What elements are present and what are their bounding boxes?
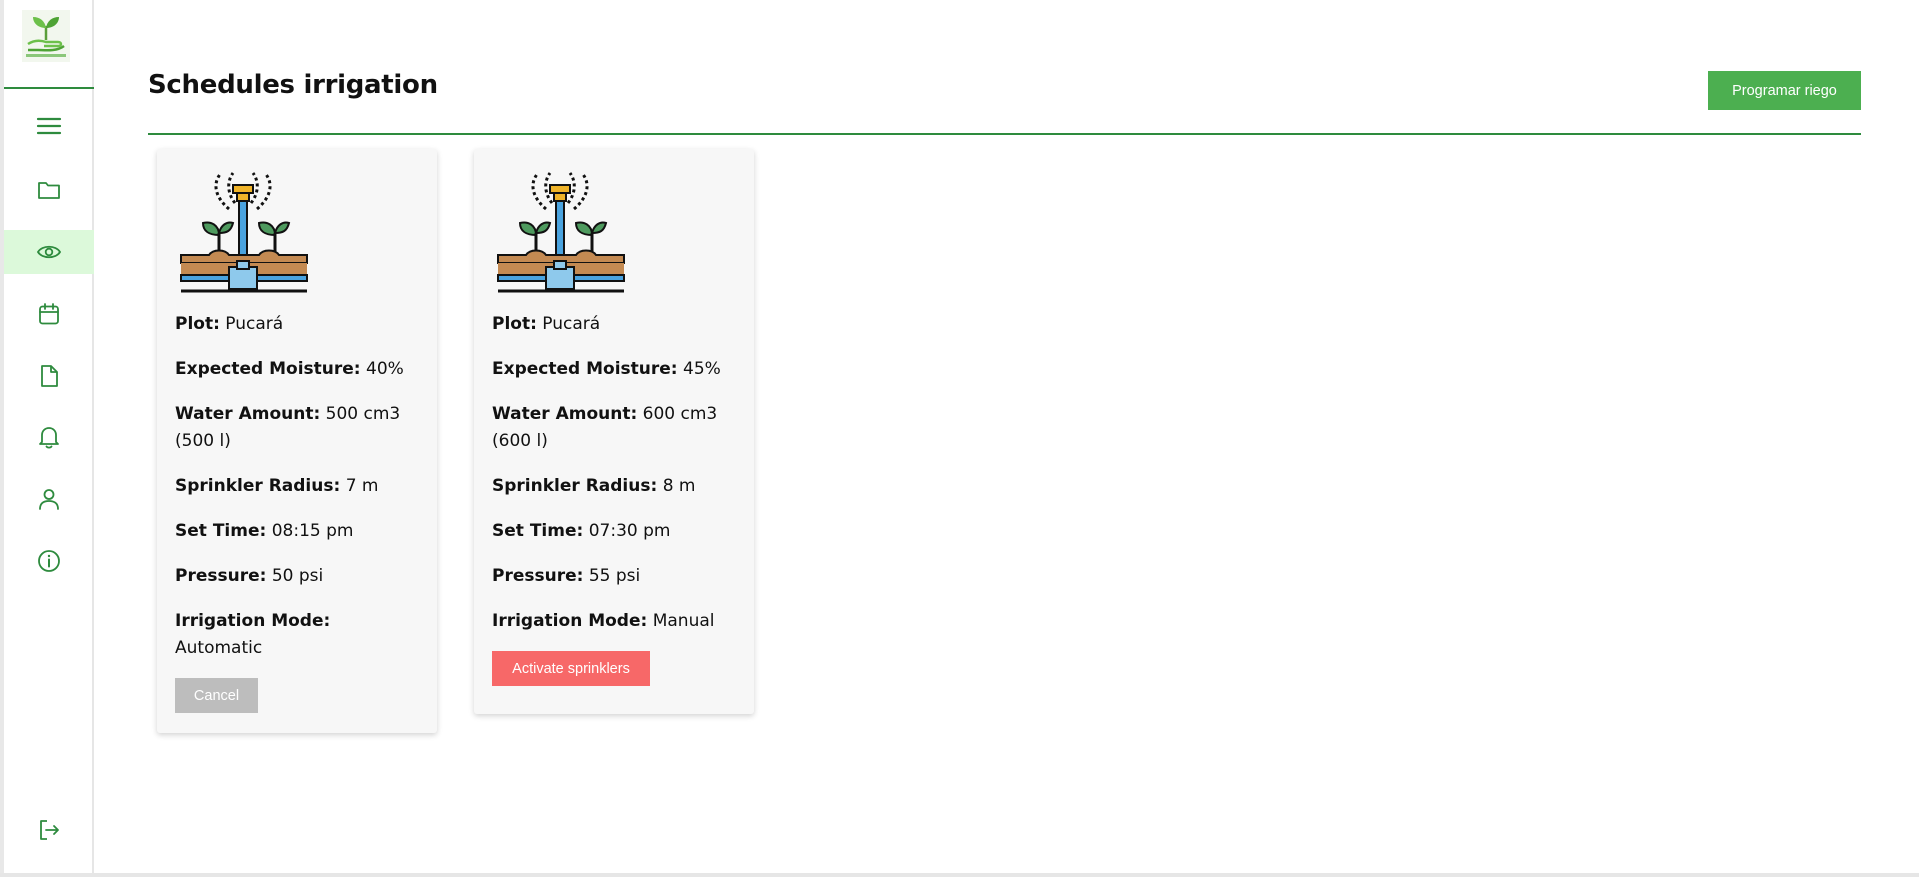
schedule-card: Plot: Pucará Expected Moisture: 45% Wate… xyxy=(474,149,754,714)
info-icon xyxy=(38,550,60,572)
radius-field: Sprinkler Radius: 7 m xyxy=(175,476,379,496)
logo-icon xyxy=(22,10,70,62)
sidebar-item-notifications[interactable] xyxy=(4,415,94,459)
moisture-value: 40% xyxy=(366,359,404,379)
pressure-value: 50 psi xyxy=(271,566,324,586)
sidebar-item-profile[interactable] xyxy=(4,477,94,521)
sidebar xyxy=(4,0,94,873)
time-value: 08:15 pm xyxy=(271,521,354,541)
plot-field: Plot: Pucará xyxy=(175,314,284,334)
menu-toggle[interactable] xyxy=(4,104,94,148)
time-field: Set Time: 07:30 pm xyxy=(492,521,671,541)
calendar-icon xyxy=(39,303,59,325)
window-frame-bottom xyxy=(0,873,1919,877)
plot-value: Pucará xyxy=(225,314,284,334)
sidebar-item-monitor[interactable] xyxy=(4,230,94,274)
pressure-value: 55 psi xyxy=(588,566,641,586)
sidebar-item-plots[interactable] xyxy=(4,168,94,212)
moisture-field: Expected Moisture: 40% xyxy=(175,359,404,379)
user-icon xyxy=(39,489,59,510)
activate-sprinklers-button[interactable]: Activate sprinklers xyxy=(492,651,650,686)
plot-value: Pucará xyxy=(542,314,601,334)
cancel-button[interactable]: Cancel xyxy=(175,678,258,713)
moisture-value: 45% xyxy=(683,359,721,379)
time-value: 07:30 pm xyxy=(588,521,671,541)
moisture-field: Expected Moisture: 45% xyxy=(492,359,721,379)
radius-value: 8 m xyxy=(662,476,696,496)
page-title: Schedules irrigation xyxy=(148,70,438,100)
sidebar-divider xyxy=(4,87,94,89)
eye-icon xyxy=(36,245,62,259)
sprinkler-icon xyxy=(180,172,308,293)
logout-icon xyxy=(40,820,59,840)
mode-value: Manual xyxy=(652,611,715,631)
radius-field: Sprinkler Radius: 8 m xyxy=(492,476,696,496)
water-field: Water Amount: 600 cm3 (600 l) xyxy=(492,404,718,451)
mode-field: Irrigation Mode: Automatic xyxy=(175,611,331,658)
schedule-card: Plot: Pucará Expected Moisture: 40% Wate… xyxy=(157,149,437,733)
sidebar-item-calendar[interactable] xyxy=(4,292,94,336)
logout-button[interactable] xyxy=(4,808,94,852)
time-field: Set Time: 08:15 pm xyxy=(175,521,354,541)
sprinkler-icon xyxy=(497,172,625,293)
sidebar-item-reports[interactable] xyxy=(4,354,94,398)
app-logo[interactable] xyxy=(22,10,70,62)
mode-value: Automatic xyxy=(175,638,263,658)
bell-icon xyxy=(39,427,59,449)
pressure-field: Pressure: 55 psi xyxy=(492,566,641,586)
radius-value: 7 m xyxy=(345,476,379,496)
water-field: Water Amount: 500 cm3 (500 l) xyxy=(175,404,401,451)
schedule-irrigation-button[interactable]: Programar riego xyxy=(1708,71,1861,110)
folder-icon xyxy=(38,182,60,199)
menu-icon xyxy=(36,117,62,135)
sidebar-item-info[interactable] xyxy=(4,539,94,583)
title-divider xyxy=(148,133,1861,135)
mode-field: Irrigation Mode: Manual xyxy=(492,611,715,631)
main-content: Schedules irrigation Programar riego Plo… xyxy=(96,0,1919,873)
plot-field: Plot: Pucará xyxy=(492,314,601,334)
pressure-field: Pressure: 50 psi xyxy=(175,566,324,586)
document-icon xyxy=(41,365,58,387)
